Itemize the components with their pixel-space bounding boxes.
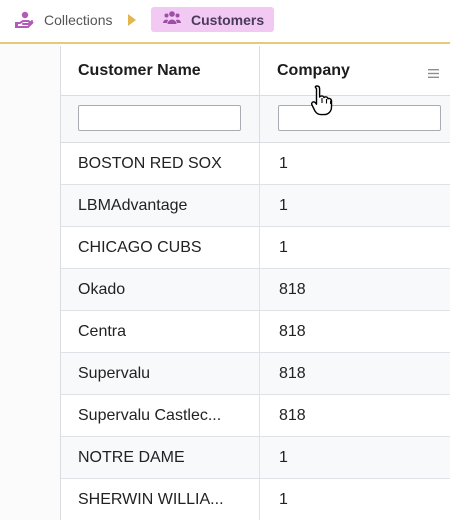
- column-header-label: Customer Name: [78, 61, 201, 79]
- table-row[interactable]: Okado 818: [61, 269, 450, 311]
- company-cell[interactable]: 1: [260, 479, 450, 520]
- column-header-label: Company: [277, 61, 350, 79]
- customer-name-cell[interactable]: Supervalu Castlec...: [61, 395, 260, 436]
- breadcrumb-collections[interactable]: Collections: [14, 9, 112, 31]
- table-row[interactable]: Supervalu 818: [61, 353, 450, 395]
- table-row[interactable]: CHICAGO CUBS 1: [61, 227, 450, 269]
- company-cell[interactable]: 1: [260, 185, 450, 226]
- grid-body: BOSTON RED SOX 1 LBMAdvantage 1 CHICAGO CUBS…: [61, 143, 450, 520]
- table-row[interactable]: LBMAdvantage 1: [61, 185, 450, 227]
- company-filter-input[interactable]: [278, 105, 441, 131]
- company-cell[interactable]: 1: [260, 227, 450, 268]
- hand-pointer-cursor-icon: [310, 84, 336, 121]
- breadcrumb-customers[interactable]: Customers: [151, 7, 275, 32]
- company-cell[interactable]: 818: [260, 395, 450, 436]
- customer-name-text: Supervalu Castlec...: [78, 406, 222, 424]
- menu-lines-icon[interactable]: [428, 65, 439, 83]
- company-cell[interactable]: 818: [260, 311, 450, 352]
- customer-name-cell[interactable]: Supervalu: [61, 353, 260, 394]
- customer-name-text: Supervalu: [78, 364, 151, 382]
- customer-name-cell[interactable]: NOTRE DAME: [61, 437, 260, 478]
- customer-name-text: BOSTON RED SOX: [78, 154, 222, 172]
- customer-name-text: Centra: [78, 322, 127, 340]
- customer-name-text: NOTRE DAME: [78, 448, 185, 466]
- customer-name-cell[interactable]: Okado: [61, 269, 260, 310]
- filter-cell: [61, 96, 260, 142]
- company-cell[interactable]: 1: [260, 437, 450, 478]
- breadcrumb-label: Collections: [44, 12, 113, 28]
- customer-name-cell[interactable]: SHERWIN WILLIA...: [61, 479, 260, 520]
- customer-name-filter-input[interactable]: [78, 105, 241, 131]
- customer-name-cell[interactable]: BOSTON RED SOX: [61, 143, 260, 184]
- column-header-customer-name[interactable]: Customer Name: [61, 46, 260, 95]
- company-cell[interactable]: 818: [260, 353, 450, 394]
- triangle-right-icon: [128, 13, 136, 31]
- customer-name-text: CHICAGO CUBS: [78, 238, 202, 256]
- users-icon: [163, 10, 181, 29]
- customer-name-text: LBMAdvantage: [78, 196, 188, 214]
- filter-cell: [260, 96, 450, 142]
- table-row[interactable]: Centra 818: [61, 311, 450, 353]
- breadcrumb: Collections Customers: [0, 0, 450, 44]
- customer-name-text: Okado: [78, 280, 126, 298]
- breadcrumb-label: Customers: [191, 11, 265, 28]
- table-row[interactable]: NOTRE DAME 1: [61, 437, 450, 479]
- customer-name-cell[interactable]: CHICAGO CUBS: [61, 227, 260, 268]
- table-row[interactable]: Supervalu Castlec... 818: [61, 395, 450, 437]
- customer-name-text: SHERWIN WILLIA...: [78, 490, 224, 508]
- company-cell[interactable]: 1: [260, 143, 450, 184]
- hand-money-icon: [14, 10, 34, 30]
- filter-row: [61, 96, 450, 143]
- customer-name-cell[interactable]: Centra: [61, 311, 260, 352]
- left-gutter: [0, 44, 60, 520]
- table-row[interactable]: SHERWIN WILLIA... 1: [61, 479, 450, 520]
- header-row: Customer Name Company: [61, 46, 450, 96]
- customers-grid: Customer Name Company BOSTON RED SOX 1 LBM…: [60, 46, 450, 520]
- table-row[interactable]: BOSTON RED SOX 1: [61, 143, 450, 185]
- column-header-company[interactable]: Company: [260, 46, 450, 95]
- customer-name-cell[interactable]: LBMAdvantage: [61, 185, 260, 226]
- company-cell[interactable]: 818: [260, 269, 450, 310]
